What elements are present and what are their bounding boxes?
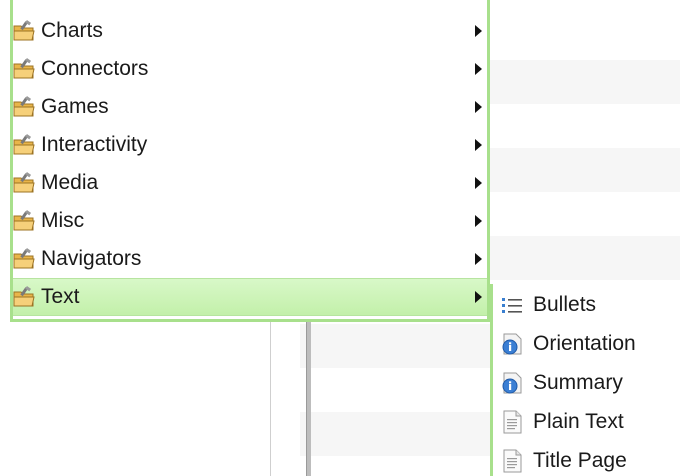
menu-item-label: Games — [41, 95, 109, 118]
document-icon — [501, 410, 523, 434]
background-scrollbar-edge — [306, 320, 311, 476]
menu-item-label: Connectors — [41, 57, 149, 80]
screen: Charts Connectors Games Interactivity Media M… — [0, 0, 680, 476]
submenu-arrow-icon — [475, 253, 482, 265]
bullets-icon — [501, 293, 523, 317]
submenu-arrow-icon — [475, 101, 482, 113]
submenu-item-label: Plain Text — [533, 410, 624, 433]
context-menu: Charts Connectors Games Interactivity Media M… — [10, 0, 490, 322]
submenu-arrow-icon — [475, 291, 482, 303]
folder-icon — [13, 248, 35, 270]
folder-icon — [13, 172, 35, 194]
document-icon — [501, 449, 523, 473]
submenu-item-orientation[interactable]: Orientation — [493, 325, 680, 363]
submenu-item-label: Orientation — [533, 332, 636, 355]
menu-item-text[interactable]: Text — [13, 278, 487, 316]
menu-item-media[interactable]: Media — [13, 164, 487, 202]
menu-item-interactivity[interactable]: Interactivity — [13, 126, 487, 164]
menu-item-games[interactable]: Games — [13, 88, 487, 126]
menu-item-label: Navigators — [41, 247, 142, 270]
submenu-item-plain-text[interactable]: Plain Text — [493, 403, 680, 441]
menu-item-label: Interactivity — [41, 133, 148, 156]
menu-item-label: Text — [41, 285, 80, 308]
submenu-item-bullets[interactable]: Bullets — [493, 286, 680, 324]
submenu-item-label: Summary — [533, 371, 623, 394]
folder-icon — [13, 286, 35, 308]
info-icon — [501, 371, 523, 395]
submenu-arrow-icon — [475, 63, 482, 75]
folder-icon — [13, 20, 35, 42]
submenu-item-title-page[interactable]: Title Page — [493, 442, 680, 476]
submenu-arrow-icon — [475, 177, 482, 189]
menu-item-label: Misc — [41, 209, 85, 232]
submenu-arrow-icon — [475, 25, 482, 37]
submenu-item-label: Bullets — [533, 293, 597, 316]
submenu-arrow-icon — [475, 139, 482, 151]
menu-item-connectors[interactable]: Connectors — [13, 50, 487, 88]
folder-icon — [13, 210, 35, 232]
background-column-divider — [270, 320, 271, 476]
folder-icon — [13, 134, 35, 156]
folder-icon — [13, 96, 35, 118]
menu-item-label: Media — [41, 171, 99, 194]
submenu-item-summary[interactable]: Summary — [493, 364, 680, 402]
info-icon — [501, 332, 523, 356]
folder-icon — [13, 58, 35, 80]
menu-item-navigators[interactable]: Navigators — [13, 240, 487, 278]
menu-item-charts[interactable]: Charts — [13, 12, 487, 50]
menu-item-label: Charts — [41, 19, 103, 42]
submenu-arrow-icon — [475, 215, 482, 227]
submenu-item-label: Title Page — [533, 449, 627, 472]
menu-item-misc[interactable]: Misc — [13, 202, 487, 240]
text-submenu: Bullets Orientation Summary Plain Text Title… — [490, 284, 680, 476]
